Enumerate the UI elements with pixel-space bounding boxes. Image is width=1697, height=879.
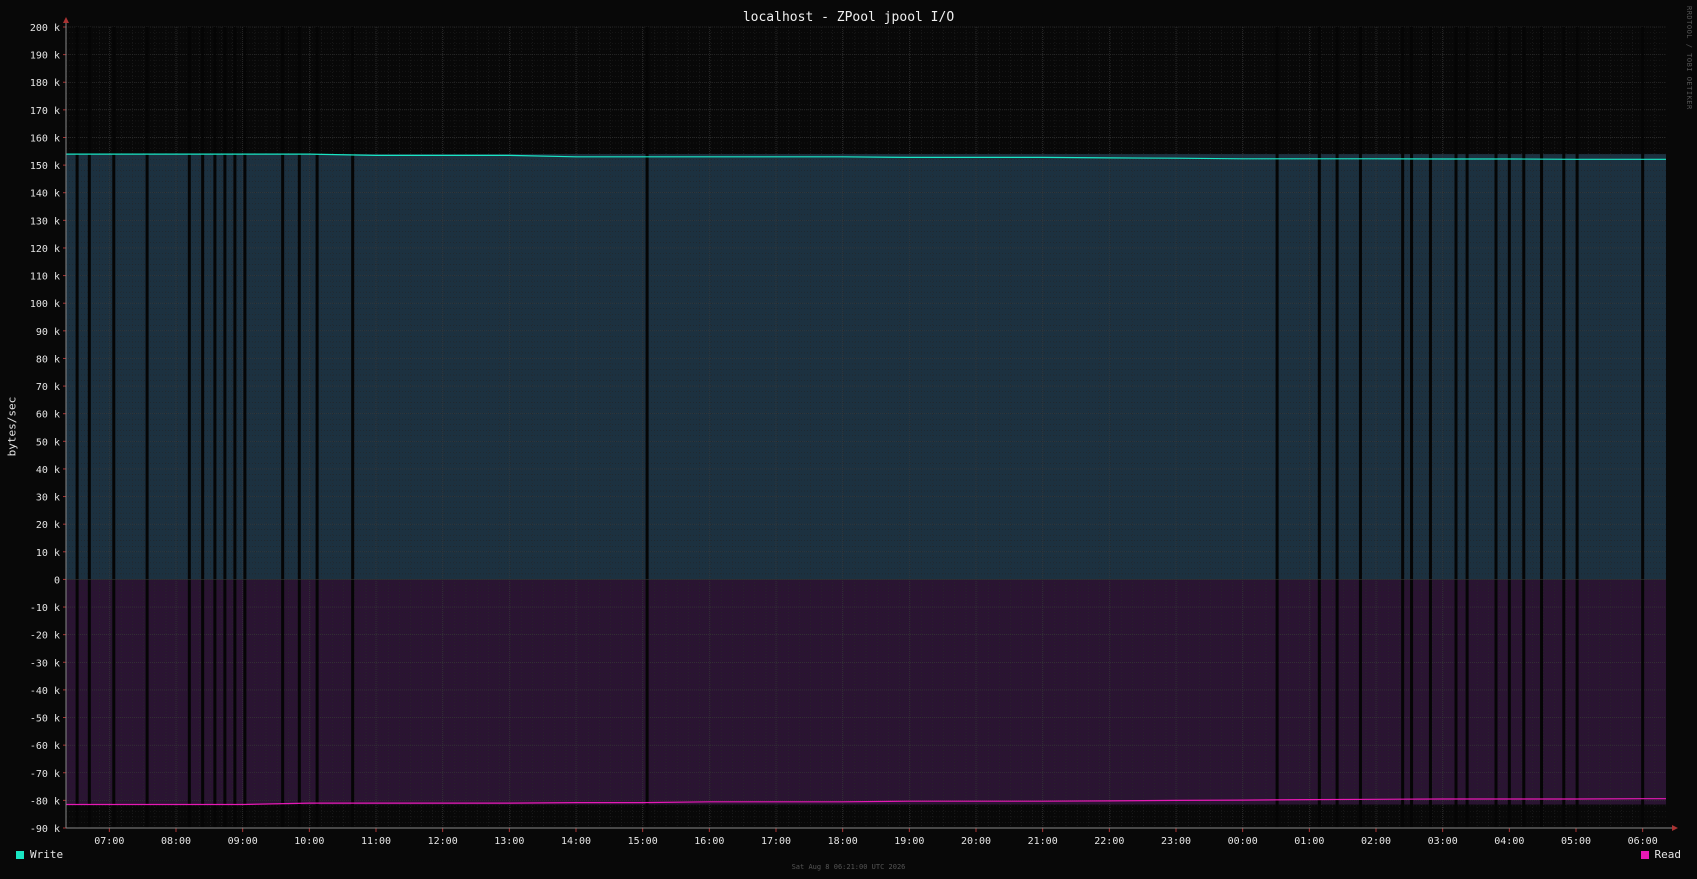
- data-gap: [1507, 27, 1511, 828]
- y-tick-label: -30 k: [30, 658, 60, 669]
- x-tick-label: 23:00: [1161, 836, 1191, 847]
- data-gap: [112, 27, 116, 828]
- data-gap: [87, 27, 91, 828]
- x-tick-label: 16:00: [694, 836, 724, 847]
- legend-read-swatch: [1640, 850, 1649, 859]
- data-gap: [187, 27, 191, 828]
- legend-write-swatch: [16, 850, 24, 859]
- data-gap: [1454, 27, 1458, 828]
- y-axis-arrow: [63, 17, 69, 23]
- data-gap: [1428, 27, 1432, 828]
- x-axis-arrow: [1672, 825, 1678, 831]
- data-gap: [645, 27, 649, 828]
- x-tick-label: 15:00: [628, 836, 658, 847]
- y-tick-label: 160 k: [30, 133, 60, 144]
- x-tick-label: 10:00: [294, 836, 324, 847]
- x-tick-label: 02:00: [1361, 836, 1391, 847]
- y-tick-label: 80 k: [36, 354, 60, 365]
- data-gap: [1540, 27, 1544, 828]
- y-tick-label: 40 k: [36, 465, 60, 476]
- data-gap: [223, 27, 227, 828]
- y-tick-label: 140 k: [30, 189, 60, 200]
- data-gap: [1494, 27, 1498, 828]
- y-tick-label: 170 k: [30, 106, 60, 117]
- data-gap: [1358, 27, 1362, 828]
- x-tick-label: 03:00: [1428, 836, 1458, 847]
- io-chart: 200 k 190 k 180 k 170 k 160 k 150 k 140 k 130 k…: [30, 17, 1678, 847]
- y-tick-label: 30 k: [36, 493, 60, 504]
- data-gap: [1522, 27, 1526, 828]
- data-gap: [1317, 27, 1321, 828]
- timestamp-footer: Sat Aug 8 06:21:00 UTC 2026: [791, 863, 906, 871]
- y-tick-label: 110 k: [30, 272, 60, 283]
- y-tick-label: 90 k: [36, 327, 60, 338]
- data-gap: [351, 27, 355, 828]
- x-tick-label: 19:00: [894, 836, 924, 847]
- x-tick-label: 06:00: [1628, 836, 1658, 847]
- read-area-fill: [66, 579, 1666, 805]
- data-gap: [213, 27, 217, 828]
- x-tick-label: 20:00: [961, 836, 991, 847]
- y-tick-label: 70 k: [36, 382, 60, 393]
- data-gap: [281, 27, 285, 828]
- data-gap: [75, 27, 79, 828]
- y-tick-label: -50 k: [30, 714, 60, 725]
- x-tick-label: 22:00: [1094, 836, 1124, 847]
- y-tick-label: 100 k: [30, 299, 60, 310]
- y-tick-label: 120 k: [30, 244, 60, 255]
- data-gap: [1562, 27, 1566, 828]
- x-tick-label: 14:00: [561, 836, 591, 847]
- y-tick-label: -20 k: [30, 631, 60, 642]
- legend-read-label: Read: [1654, 848, 1682, 861]
- y-tick-label: 0: [54, 575, 60, 586]
- data-gap: [1275, 27, 1279, 828]
- legend-read: Read: [1640, 848, 1682, 861]
- x-tick-label: 04:00: [1494, 836, 1524, 847]
- x-tick-label: 05:00: [1561, 836, 1591, 847]
- x-tick-label: 21:00: [1028, 836, 1058, 847]
- x-tick-label: 09:00: [228, 836, 258, 847]
- data-gap: [297, 27, 301, 828]
- x-tick-label: 13:00: [494, 836, 524, 847]
- y-tick-label: -80 k: [30, 796, 60, 807]
- data-gap: [1401, 27, 1405, 828]
- y-tick-label: -90 k: [30, 824, 60, 835]
- y-tick-label: 60 k: [36, 410, 60, 421]
- legend-write: Write: [16, 848, 63, 861]
- data-gap: [233, 27, 237, 828]
- y-tick-label: 200 k: [30, 23, 60, 34]
- data-gap: [315, 27, 319, 828]
- x-tick-label: 18:00: [828, 836, 858, 847]
- y-tick-label: 190 k: [30, 51, 60, 62]
- data-gap: [243, 27, 247, 828]
- data-gap: [1335, 27, 1339, 828]
- data-gap: [1641, 27, 1645, 828]
- x-tick-label: 11:00: [361, 836, 391, 847]
- x-tick-label: 07:00: [94, 836, 124, 847]
- legend-write-label: Write: [30, 848, 64, 861]
- y-tick-label: -40 k: [30, 686, 60, 697]
- y-tick-label: -10 k: [30, 603, 60, 614]
- y-tick-label: 10 k: [36, 548, 60, 559]
- data-gap: [145, 27, 149, 828]
- data-gap: [1410, 27, 1414, 828]
- x-tick-label: 00:00: [1228, 836, 1258, 847]
- y-tick-label: -60 k: [30, 741, 60, 752]
- y-tick-label: -70 k: [30, 769, 60, 780]
- x-tick-label: 01:00: [1294, 836, 1324, 847]
- data-gap: [1465, 27, 1469, 828]
- x-tick-label: 17:00: [761, 836, 791, 847]
- y-tick-label: 150 k: [30, 161, 60, 172]
- x-tick-label: 08:00: [161, 836, 191, 847]
- y-tick-label: 50 k: [36, 437, 60, 448]
- data-gap: [1575, 27, 1579, 828]
- y-tick-label: 20 k: [36, 520, 60, 531]
- y-tick-label: 130 k: [30, 216, 60, 227]
- data-gap: [201, 27, 205, 828]
- x-tick-label: 12:00: [428, 836, 458, 847]
- y-tick-label: 180 k: [30, 78, 60, 89]
